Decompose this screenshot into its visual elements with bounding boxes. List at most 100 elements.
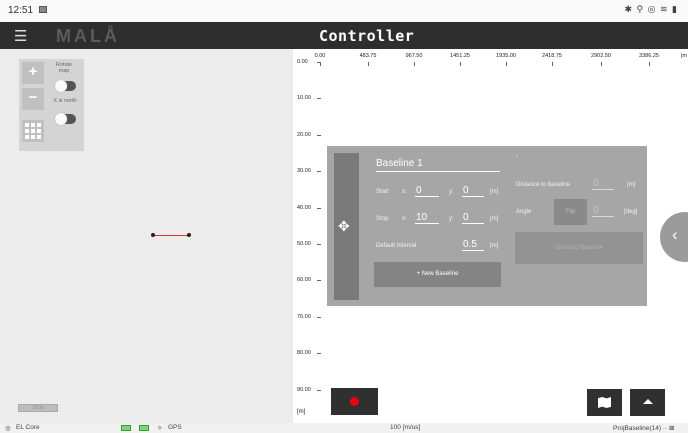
gps-icon: ✧ [157,425,163,432]
interval-unit: [m] [490,243,499,249]
distance-to-baseline-label: Distance to baseline [516,182,571,188]
start-x-label: x: [402,189,407,195]
angle-input[interactable]: 0 [592,205,614,217]
project-name: ProjBaseline(14) ·· ⊠ [613,425,675,432]
x-tick-label: 1451.25 [450,53,470,59]
default-interval-label: Default Interval [376,243,417,249]
crossing-baseline-button[interactable]: Crossing Baseline [515,232,643,264]
x-tick-mark [552,62,553,66]
distance-to-baseline-input[interactable]: 0 [592,178,614,190]
map-toggle-button[interactable] [587,389,622,416]
chevron-up-icon [643,399,653,404]
axis-unit-label: [m] [297,409,306,415]
y-tick-mark [317,353,321,354]
y-tick-mark [317,390,321,391]
battery-icon-2 [139,425,149,431]
battery-icon [121,425,131,431]
y-tick-label: 30.00 [297,168,311,174]
signal-icon: ◎ [5,425,11,432]
baseline-track-line [152,235,189,236]
x-tick-label: 0.00 [314,53,326,59]
system-status-bar: 12:51 ✱ ⚲ ◎ ≋ ▮ [0,0,688,22]
move-icon[interactable]: ✥ [338,218,350,235]
y-tick-mark [317,208,321,209]
record-button[interactable] [331,388,378,415]
brand-logo: MALÅ [56,26,120,46]
angle-unit: [deg] [624,209,638,215]
page-title: Controller [319,27,415,45]
map-icon [598,397,611,408]
zoom-in-button[interactable]: + [22,62,44,84]
y-tick-label: 50.00 [297,241,311,247]
y-tick-mark [317,317,321,318]
x-tick-mark [649,62,650,66]
chevron-left-icon: ‹ [672,225,678,244]
start-unit: [m] [490,189,499,195]
el-core-label: EL Core [16,424,40,431]
stop-unit: [m] [490,216,499,222]
x-tick-label: 967.50 [405,53,423,59]
clock-time: 12:51 [8,5,34,16]
x-tick-label: 1935.00 [496,53,516,59]
y-tick-mark [317,62,321,63]
system-status-icons: ✱ ⚲ ◎ ≋ ▮ [624,4,678,14]
speed-readout: 100 [m/us] [390,424,421,431]
angle-label: Angle [516,209,532,215]
zoom-out-button[interactable]: − [22,88,44,110]
x-is-north-label: X is north [53,98,77,104]
grid-icon[interactable] [22,120,44,142]
rotate-map-toggle[interactable] [55,80,76,92]
baseline-status-dash: - [516,153,519,160]
expand-up-button[interactable] [630,389,665,416]
y-tick-label: 90.00 [297,387,311,393]
baseline-end-point [187,233,191,237]
start-y-input[interactable]: 0 [462,185,484,197]
x-tick-label: 483.75 [359,53,377,59]
stop-x-label: x: [402,216,407,222]
flip-button[interactable]: Flip [554,199,587,225]
start-y-label: y: [449,189,454,195]
x-is-north-toggle[interactable] [55,113,76,125]
new-baseline-button[interactable]: + New Baseline [374,262,501,287]
y-tick-mark [317,280,321,281]
y-tick-label: 10.00 [297,95,311,101]
y-tick-label: 20.00 [297,132,311,138]
menu-icon[interactable]: ☰ [14,27,27,45]
stop-x-input[interactable]: 10 [415,212,439,224]
gps-label: GPS [168,424,182,431]
app-bar: ☰ MALÅ Controller [0,22,688,49]
x-tick-mark [506,62,507,66]
baseline-name-field[interactable]: Baseline 1 [376,158,500,172]
toggle-knob [55,113,67,125]
y-tick-mark [317,244,321,245]
y-tick-label: 40.00 [297,205,311,211]
x-tick-mark [414,62,415,66]
x-tick-label: 2418.75 [542,53,562,59]
default-interval-input[interactable]: 0.5 [462,239,484,251]
y-tick-label: 70.00 [297,314,311,320]
start-x-input[interactable]: 0 [415,185,439,197]
y-tick-label: 60.00 [297,277,311,283]
stop-y-input[interactable]: 0 [462,212,484,224]
x-tick-mark [460,62,461,66]
distance-unit: [m] [627,182,636,188]
y-tick-mark [317,171,321,172]
rotate-map-label: Rotate map [55,62,73,74]
x-tick-label: 3386.25 [639,53,659,59]
map-scale-bar: 10 m [18,404,58,412]
image-notification-icon [39,6,47,13]
bottom-status-bar: ◎ EL Core ✧ GPS 100 [m/us] ProjBaseline(… [0,423,688,433]
start-label: Start [376,189,389,195]
x-tick-label: |m [680,53,688,59]
baseline-start-point [151,233,155,237]
toggle-knob [55,80,67,92]
x-tick-mark [368,62,369,66]
y-tick-label: 80.00 [297,350,311,356]
x-tick-mark [601,62,602,66]
y-tick-mark [317,135,321,136]
y-tick-label: 0.00 [297,59,308,65]
x-tick-label: 2902.50 [591,53,611,59]
stop-label: Stop [376,216,389,222]
stop-y-label: y: [449,216,454,222]
record-icon [350,397,359,406]
